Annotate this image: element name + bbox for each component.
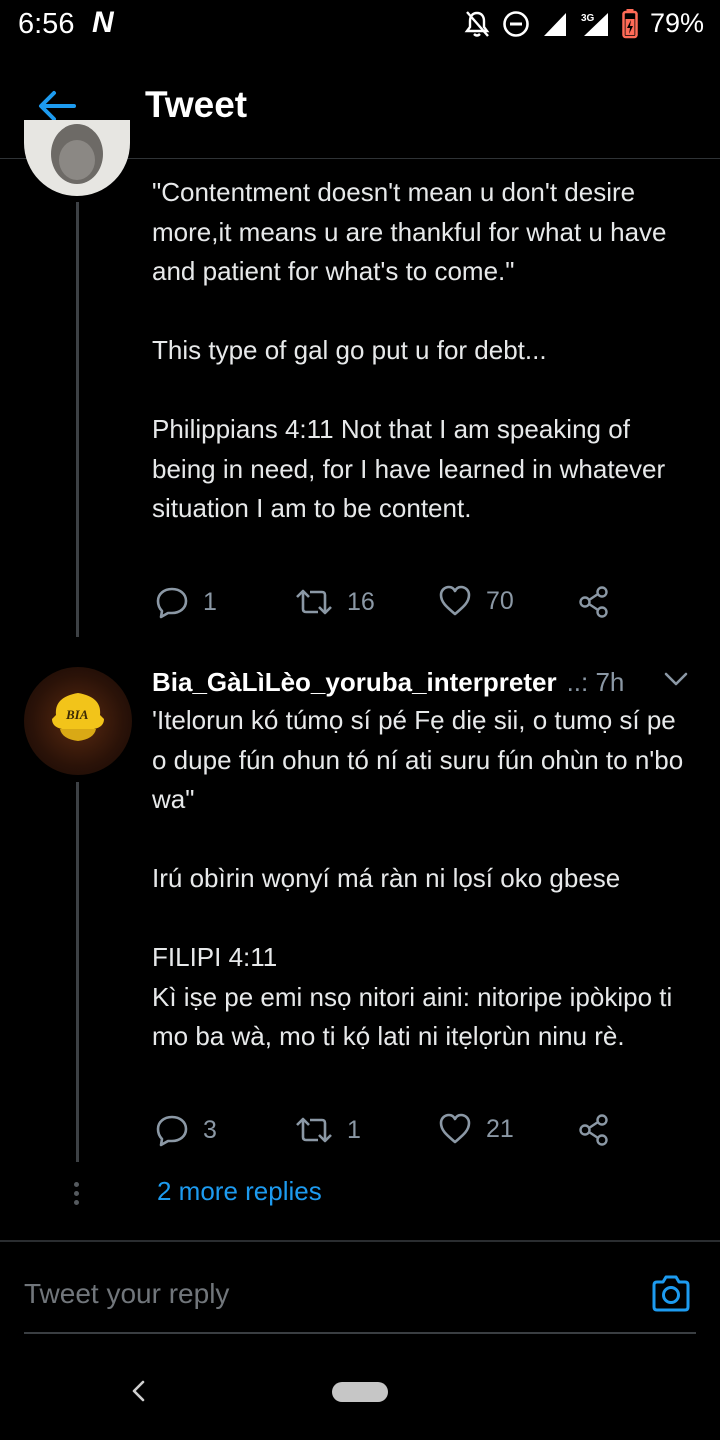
share-button[interactable] [577,585,611,619]
thread-dots [74,1182,80,1209]
camera-icon[interactable] [650,1274,692,1314]
tweet-paragraph: Irú obìrin wọnyí má ràn ni lọsí oko gbes… [152,863,621,893]
tweet-paragraph: "Contentment doesn't mean u don't desire… [152,177,667,286]
reply-icon [156,1115,188,1147]
like-button[interactable]: 21 [438,1113,514,1145]
signal-icon [543,12,566,36]
retweet-icon [296,1117,332,1143]
retweet-button[interactable]: 1 [295,1113,361,1147]
author-name[interactable]: Bia_GàLìLèo_yoruba_interpreter [152,667,557,698]
heart-icon [439,585,471,616]
nav-back-icon[interactable] [128,1376,148,1406]
svg-text:BIA: BIA [65,707,89,722]
tweet-paragraph: Philippians 4:11 Not that I am speaking … [152,414,666,523]
reply-count: 3 [203,1115,217,1144]
heart-icon [439,1113,471,1144]
reply-button[interactable]: 1 [155,585,217,619]
share-icon [579,1114,608,1146]
like-count: 21 [486,1114,514,1143]
status-time: 6:56 [18,8,75,40]
battery-charging-icon [622,8,638,38]
thread-line [76,202,79,637]
tweet-timestamp: ..: 7h [566,666,625,697]
retweet-count: 1 [347,1115,361,1144]
tweet-text: 'Itelorun kó túmọ sí pé Fẹ diẹ sii, o tu… [152,701,697,1057]
retweet-count: 16 [347,587,375,616]
reply-composer: Tweet your reply [24,1260,696,1334]
avatar[interactable] [24,120,130,196]
share-icon [579,586,608,618]
chevron-down-icon[interactable] [663,670,689,688]
battery-percent: 79% [649,8,704,38]
reply-button[interactable]: 3 [155,1113,217,1147]
signal-3g-icon: 3G [581,12,608,36]
tweet-header: Bia_GàLìLèo_yoruba_interpreter ..: 7h [152,662,697,702]
status-bar: 6:56 N 3G 79% [0,0,720,50]
status-icons: 3G 79% [464,8,704,39]
tweet-actions: 3 1 21 [155,1113,635,1153]
share-button[interactable] [577,1113,611,1147]
retweet-button[interactable]: 16 [295,585,375,619]
avatar[interactable]: BIA [24,667,132,775]
divider [0,1240,720,1242]
thread-line [76,782,79,1162]
tweet-paragraph: 'Itelorun kó túmọ sí pé Fẹ diẹ sii, o tu… [152,705,684,814]
svg-text:3G: 3G [581,13,595,24]
like-count: 70 [486,586,514,615]
nav-home-pill[interactable] [332,1382,388,1402]
tweet-paragraph: This type of gal go put u for debt... [152,335,547,365]
like-button[interactable]: 70 [438,585,514,617]
do-not-disturb-icon [503,10,529,37]
notifications-off-icon [464,10,490,37]
tweet-actions: 1 16 70 [155,585,635,625]
page-title: Tweet [145,84,248,125]
reply-count: 1 [203,587,217,616]
carrier-logo: N [92,6,114,39]
reply-icon [156,587,188,619]
tweet-text: "Contentment doesn't mean u don't desire… [152,173,697,529]
tweet-paragraph: FILIPI 4:11 Kì iṣe pe emi nsọ nitori ain… [152,942,673,1051]
reply-input[interactable]: Tweet your reply [24,1278,229,1310]
more-replies-link[interactable]: 2 more replies [157,1176,322,1207]
system-nav-bar [0,1350,720,1440]
retweet-icon [296,589,332,615]
